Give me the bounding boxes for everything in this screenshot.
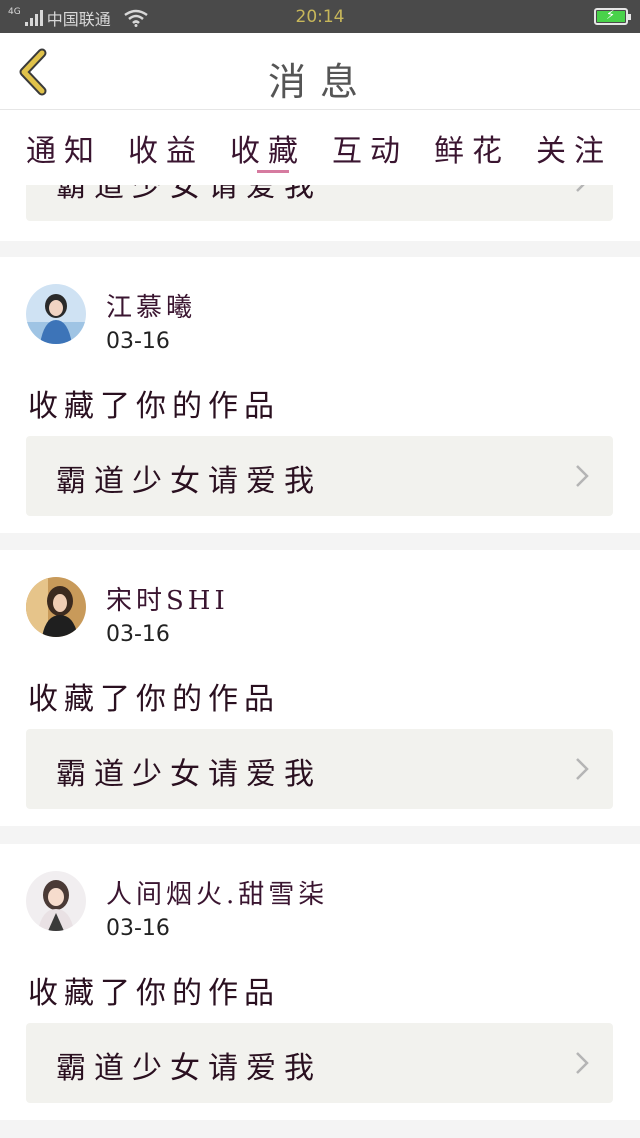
work-link[interactable]: 霸道少女请爱我 [26,436,613,516]
clock: 20:14 [295,7,345,27]
notification-card: 江慕曦 03-16 收藏了你的作品 霸道少女请爱我 [0,257,640,533]
username[interactable]: 江慕曦 [106,287,196,324]
nav-bar: 消息 [0,33,640,110]
work-title: 霸道少女请爱我 [56,464,322,499]
avatar[interactable] [26,284,86,344]
timestamp: 03-16 [106,329,170,354]
work-link[interactable]: 霸道少女请爱我 [26,729,613,809]
chevron-right-icon [576,185,585,192]
action-text: 收藏了你的作品 [28,682,280,717]
tab-follows[interactable]: 关注 [536,110,638,185]
chevron-right-icon [576,465,589,487]
chevron-right-icon [576,1052,589,1074]
notification-card-partial: 霸道少女请爱我 [0,185,640,241]
tab-bar: 通知 收益 收藏 互动 鲜花 关注 [0,110,640,185]
work-title: 霸道少女请爱我 [56,757,322,792]
tab-notifications[interactable]: 通知 [26,110,128,185]
tab-favorites[interactable]: 收藏 [230,110,332,185]
timestamp: 03-16 [106,916,170,941]
work-title: 霸道少女请爱我 [56,185,322,204]
work-title: 霸道少女请爱我 [56,1051,322,1086]
username[interactable]: 人间烟火.甜雪柒 [106,874,328,911]
action-text: 收藏了你的作品 [28,389,280,424]
username[interactable]: 宋时SHI [106,580,229,617]
avatar[interactable] [26,577,86,637]
battery-charging-icon: ⚡ [594,8,631,25]
work-link[interactable]: 霸道少女请爱我 [26,1023,613,1103]
tab-earnings[interactable]: 收益 [128,110,230,185]
tab-flowers[interactable]: 鲜花 [434,110,536,185]
notification-card: 宋时SHI 03-16 收藏了你的作品 霸道少女请爱我 [0,550,640,826]
page-title: 消息 [267,60,372,104]
chevron-right-icon [576,758,589,780]
work-link[interactable]: 霸道少女请爱我 [26,185,613,221]
avatar[interactable] [26,871,86,931]
timestamp: 03-16 [106,622,170,647]
tab-interactions[interactable]: 互动 [332,110,434,185]
status-bar: 4G 中国联通 20:14 ⚡ [0,0,640,33]
action-text: 收藏了你的作品 [28,976,280,1011]
notification-card: 人间烟火.甜雪柒 03-16 收藏了你的作品 霸道少女请爱我 [0,844,640,1120]
